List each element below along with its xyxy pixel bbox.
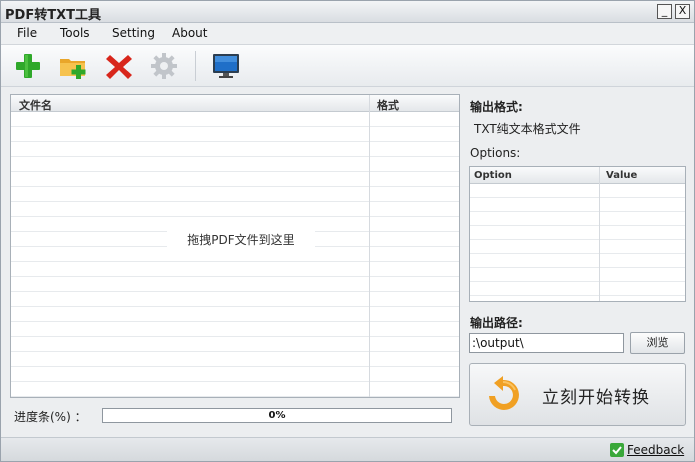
progress-label: 进度条(%) ： — [14, 410, 87, 424]
title-bar[interactable]: PDF转TXT工具 _ X — [1, 1, 694, 23]
delete-button[interactable] — [104, 51, 134, 81]
refresh-icon — [489, 376, 519, 410]
output-format-label: 输出格式: — [470, 100, 523, 114]
add-folder-button[interactable] — [58, 51, 88, 81]
add-icon — [16, 54, 40, 78]
options-table[interactable]: Option Value — [469, 166, 686, 302]
output-path-input[interactable] — [469, 333, 624, 353]
feedback-link[interactable]: Feedback — [627, 443, 684, 457]
settings-button[interactable] — [149, 51, 179, 81]
toolbar — [1, 45, 694, 87]
delete-icon — [106, 55, 132, 79]
monitor-icon — [213, 54, 239, 78]
options-label: Options: — [470, 146, 521, 160]
progress-bar: 0% — [102, 408, 452, 423]
file-list-header: 文件名 格式 — [11, 95, 459, 112]
file-list-rows — [11, 112, 459, 397]
start-convert-button[interactable]: 立刻开始转换 — [469, 363, 686, 426]
minimize-button[interactable]: _ — [657, 4, 672, 19]
add-file-button[interactable] — [13, 51, 43, 81]
options-rows — [470, 184, 685, 301]
column-format[interactable]: 格式 — [377, 97, 399, 113]
start-convert-label: 立刻开始转换 — [542, 388, 650, 408]
window-title: PDF转TXT工具 — [5, 8, 101, 23]
drop-hint: 拖拽PDF文件到这里 — [167, 231, 315, 249]
output-format-value: TXT纯文本格式文件 — [474, 122, 581, 136]
options-table-header: Option Value — [470, 167, 685, 184]
browse-button[interactable]: 浏览 — [630, 332, 685, 354]
options-column-divider — [599, 167, 600, 301]
toolbar-separator — [195, 51, 196, 81]
output-path-label: 输出路径: — [470, 316, 523, 330]
add-folder-icon — [60, 59, 86, 79]
menu-tools[interactable]: Tools — [60, 26, 90, 40]
checkmark-icon — [610, 443, 624, 457]
status-bar: Feedback — [1, 437, 694, 461]
menu-bar: File Tools Setting About — [1, 23, 694, 45]
column-value[interactable]: Value — [606, 170, 637, 181]
close-button[interactable]: X — [675, 4, 690, 19]
menu-setting[interactable]: Setting — [112, 26, 155, 40]
app-window: PDF转TXT工具 _ X File Tools Setting About 文… — [0, 0, 695, 462]
monitor-button[interactable] — [211, 51, 241, 81]
progress-text: 0% — [268, 410, 286, 421]
column-filename[interactable]: 文件名 — [19, 97, 52, 113]
column-divider — [369, 95, 370, 397]
column-option[interactable]: Option — [474, 170, 512, 181]
settings-icon — [151, 53, 177, 79]
file-list[interactable]: 文件名 格式 拖拽PDF文件到这里 — [10, 94, 460, 398]
menu-about[interactable]: About — [172, 26, 207, 40]
menu-file[interactable]: File — [17, 26, 37, 40]
